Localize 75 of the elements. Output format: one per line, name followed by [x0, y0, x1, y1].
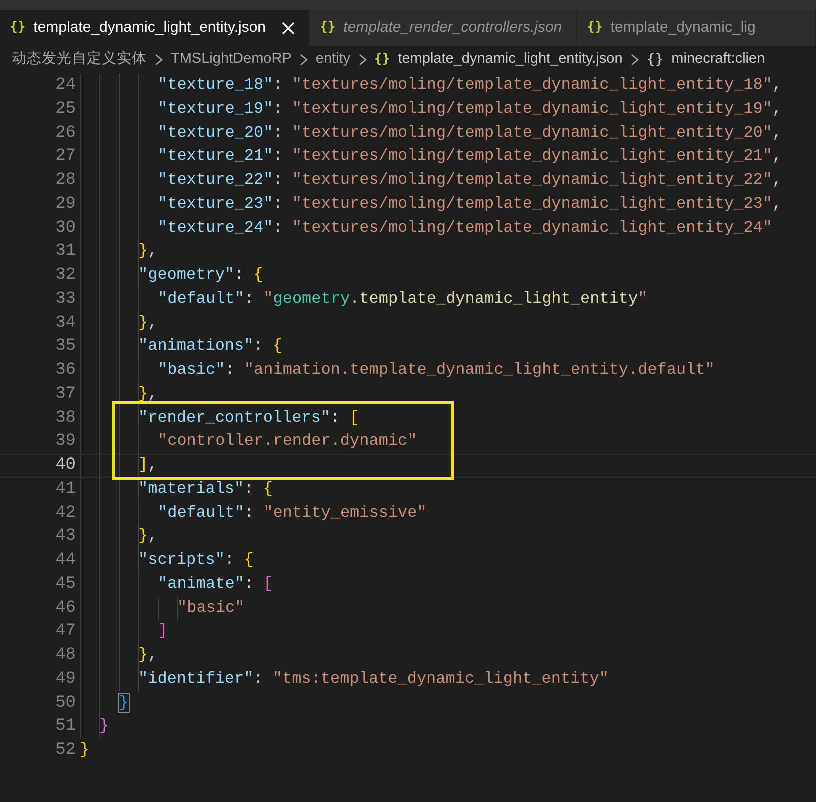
code-line: "animations": { — [138, 336, 283, 358]
line-number: 52 — [54, 740, 76, 762]
breadcrumb-item[interactable]: TMSLightDemoRP — [171, 49, 292, 71]
code-line: "default": "entity_emissive" — [158, 502, 427, 524]
code-line: "basic": "animation.template_dynamic_light_entity.default" — [158, 360, 715, 381]
code-line: }, — [138, 526, 158, 548]
line-number: 35 — [54, 336, 76, 358]
chevron-icon — [358, 54, 367, 66]
code-line: "scripts": { — [138, 550, 254, 571]
line-number: 25 — [54, 98, 76, 121]
line-number: 37 — [54, 384, 76, 406]
line-number: 38 — [54, 408, 76, 430]
code-line: "texture_21": "textures/moling/template_dynamic_light_entity_21", — [158, 146, 782, 168]
line-number: 33 — [54, 288, 76, 311]
line-number: 39 — [54, 431, 76, 454]
code-line: ], — [138, 455, 158, 476]
code-line: "identifier": "tms:template_dynamic_light_entity" — [138, 668, 609, 690]
chevron-icon — [630, 54, 639, 66]
json-file-icon: {} — [374, 50, 390, 70]
code-line: ] — [158, 621, 168, 642]
line-number: 27 — [54, 146, 76, 168]
line-number: 46 — [54, 598, 76, 620]
code-line: "texture_20": "textures/moling/template_dynamic_light_entity_20", — [158, 122, 782, 144]
code-line: "default": "geometry.template_dynamic_light_entity" — [158, 288, 648, 310]
code-line: } — [119, 692, 129, 714]
breadcrumb-item[interactable]: template_dynamic_light_entity.json — [398, 49, 623, 71]
line-number: 36 — [54, 360, 76, 382]
code-line: }, — [138, 645, 158, 666]
code-line: "animate": [ — [158, 574, 274, 595]
code-line: "texture_24": "textures/moling/template_dynamic_light_entity_24" — [158, 218, 772, 238]
line-number: 43 — [54, 526, 76, 548]
chevron-icon — [300, 54, 308, 66]
line-number: 30 — [54, 218, 76, 240]
line-number: 44 — [54, 550, 76, 572]
line-number: 31 — [54, 241, 76, 264]
line-number: 45 — [54, 574, 76, 596]
json-file-icon: {} — [10, 18, 26, 38]
breadcrumb-item[interactable]: minecraft:clien — [672, 49, 766, 71]
code-line: } — [80, 740, 90, 761]
line-number: 50 — [54, 692, 76, 714]
line-number: 47 — [54, 621, 76, 644]
line-number: 48 — [54, 645, 76, 667]
code-line: } — [100, 716, 110, 738]
line-number: 29 — [54, 194, 76, 216]
chevron-icon — [155, 54, 163, 66]
code-line: }, — [138, 241, 158, 262]
code-line: "controller.render.dynamic" — [158, 431, 418, 452]
braces-icon: {} — [646, 50, 664, 70]
line-number: 28 — [54, 170, 76, 192]
line-number: 49 — [54, 668, 76, 691]
line-number: 32 — [54, 265, 76, 287]
code-line: "geometry": { — [138, 265, 264, 286]
code-line: "render_controllers": [ — [138, 408, 360, 428]
json-file-icon: {} — [320, 18, 336, 38]
editor-tab[interactable]: {} template_render_controllers.json — [310, 10, 578, 46]
json-file-icon: {} — [587, 18, 603, 38]
code-line: "texture_18": "textures/moling/template_dynamic_light_entity_18", — [158, 75, 782, 96]
breadcrumb-item[interactable]: 动态发光自定义实体 — [12, 49, 147, 71]
code-line: "texture_19": "textures/moling/template_dynamic_light_entity_19", — [158, 98, 782, 120]
line-number: 26 — [54, 122, 76, 144]
breadcrumb-item[interactable]: entity — [316, 49, 351, 71]
code-line: "basic" — [178, 598, 245, 618]
close-icon[interactable] — [282, 22, 296, 34]
line-number: 51 — [54, 716, 76, 738]
line-number: 41 — [54, 478, 76, 501]
code-line: "materials": { — [138, 478, 273, 500]
editor-tab[interactable]: {} template_dynamic_light_entity.json — [0, 10, 310, 46]
code-line: "texture_23": "textures/moling/template_dynamic_light_entity_23", — [158, 194, 782, 215]
line-number: 40 — [54, 455, 76, 477]
code-line: }, — [138, 312, 158, 334]
code-line: "texture_22": "textures/moling/template_dynamic_light_entity_22", — [158, 170, 782, 191]
line-number: 24 — [54, 75, 76, 97]
line-number: 42 — [54, 502, 76, 524]
editor-tab[interactable]: {} template_dynamic_lig — [577, 10, 816, 46]
line-number: 34 — [54, 312, 76, 334]
